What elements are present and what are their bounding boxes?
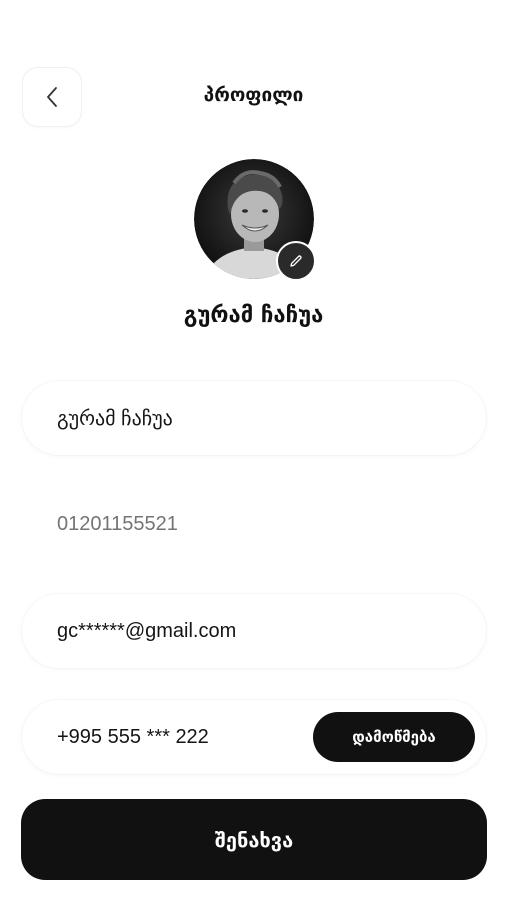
edit-avatar-button[interactable]	[276, 241, 316, 281]
profile-screen: პროფილი გურამ ჩაჩუა გურამ ჩაჩუა 01201155…	[0, 0, 507, 900]
email-input[interactable]	[57, 619, 307, 643]
name-input[interactable]	[57, 406, 307, 430]
save-button[interactable]: შენახვა	[21, 799, 487, 880]
avatar-container	[194, 159, 316, 281]
user-display-name: გურამ ჩაჩუა	[183, 303, 324, 328]
phone-input[interactable]	[57, 725, 307, 749]
verify-button[interactable]: დამოწმება	[313, 712, 475, 762]
id-input[interactable]	[57, 512, 307, 536]
pencil-icon	[290, 255, 302, 267]
phone-field[interactable]: დამოწმება	[22, 700, 486, 774]
page-title: პროფილი	[203, 84, 304, 106]
name-field[interactable]	[22, 381, 486, 455]
id-field[interactable]	[22, 487, 486, 561]
email-field[interactable]	[22, 594, 486, 668]
